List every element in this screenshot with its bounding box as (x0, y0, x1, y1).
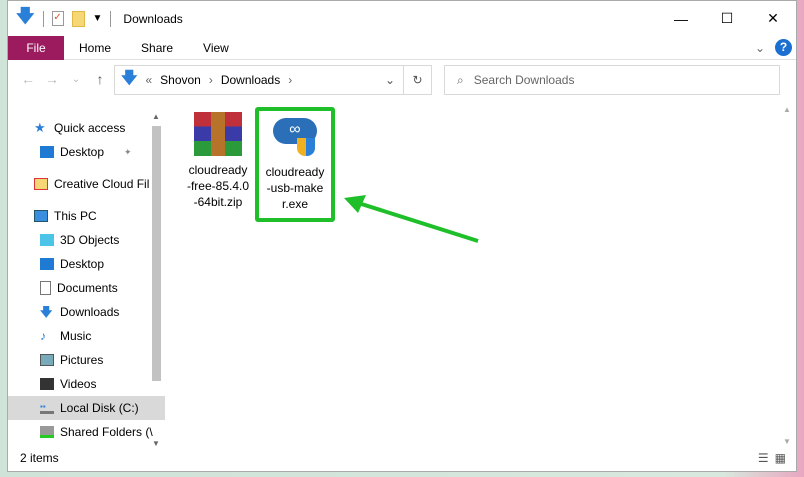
navigation-pane: ★ Quick access Desktop ✦ Creative Cloud Fi… (8, 116, 165, 446)
downloads-icon: 🡇 (121, 69, 138, 87)
breadcrumb-shovon[interactable]: Shovon (160, 73, 201, 87)
star-icon: ★ (34, 120, 46, 135)
sidebar-item-this-pc[interactable]: This PC (8, 204, 165, 228)
sidebar-item-pictures[interactable]: Pictures (8, 348, 165, 372)
downloads-icon: 🡇 (40, 305, 53, 319)
content-scrollbar[interactable]: ▲ ▼ (779, 103, 796, 448)
scroll-up-icon[interactable]: ▲ (783, 105, 791, 114)
disk-icon: ▪▪ (40, 402, 54, 414)
sidebar-item-local-disk[interactable]: ▪▪ Local Disk (C:) (8, 396, 165, 420)
sidebar-item-shared-folders[interactable]: Shared Folders (\ (8, 420, 165, 444)
creative-cloud-icon (34, 178, 48, 190)
scrollbar-thumb[interactable] (152, 126, 161, 381)
sidebar-item-creative-cloud[interactable]: Creative Cloud Fil (8, 172, 165, 196)
scroll-up-icon[interactable]: ▲ (152, 112, 160, 121)
desktop-icon (40, 258, 54, 270)
back-button[interactable]: ← (16, 71, 40, 87)
chevron-right-icon[interactable]: › (209, 73, 213, 87)
address-dropdown[interactable]: ⌄ (385, 73, 395, 87)
winrar-archive-icon (194, 112, 242, 156)
divider (110, 10, 112, 27)
window-title: Downloads (123, 11, 183, 26)
file-item-zip[interactable]: cloudready -free-85.4.0 -64bit.zip (180, 112, 256, 210)
annotation-arrow (344, 195, 479, 243)
cloudready-installer-icon: ∞ (271, 114, 319, 158)
file-item-exe[interactable]: ∞ cloudready -usb-make r.exe (255, 107, 335, 222)
help-icon[interactable]: ? (775, 39, 792, 56)
tab-view[interactable]: View (188, 36, 244, 60)
sidebar-item-desktop-pc[interactable]: Desktop (8, 252, 165, 276)
tab-share[interactable]: Share (126, 36, 188, 60)
sidebar-item-music[interactable]: ♪ Music (8, 324, 165, 348)
breadcrumb-downloads[interactable]: Downloads (221, 73, 280, 87)
large-icons-view-icon[interactable]: ▦ (775, 451, 786, 465)
pc-icon (34, 210, 48, 222)
explorer-window: 🡇 ✓ ▼ Downloads — ☐ ✕ File Home Share Vi… (7, 0, 797, 472)
title-bar: 🡇 ✓ ▼ Downloads — ☐ ✕ (8, 1, 796, 36)
sidebar-item-3d-objects[interactable]: 3D Objects (8, 228, 165, 252)
network-drive-icon (40, 426, 54, 438)
recent-locations-button[interactable]: ⌄ (64, 74, 88, 85)
tab-home[interactable]: Home (64, 36, 126, 60)
refresh-button[interactable]: ↻ (404, 65, 432, 95)
up-button[interactable]: ↑ (88, 71, 112, 87)
ribbon: File Home Share View ⌄ ? (8, 35, 796, 60)
minimize-button[interactable]: — (658, 1, 704, 36)
expand-ribbon-icon[interactable]: ⌄ (755, 41, 765, 55)
properties-icon[interactable]: ✓ (51, 11, 64, 26)
search-icon: ⌕ (457, 72, 464, 87)
customize-toolbar-icon[interactable]: ▼ (93, 13, 103, 24)
scroll-down-icon[interactable]: ▼ (152, 439, 160, 448)
path-overflow[interactable]: « (145, 73, 152, 87)
sidebar-item-desktop[interactable]: Desktop ✦ (8, 140, 165, 164)
status-item-count: 2 items (20, 451, 59, 465)
desktop-icon (40, 146, 54, 158)
tab-file[interactable]: File (8, 35, 64, 60)
forward-button[interactable]: → (40, 71, 64, 87)
sidebar-item-documents[interactable]: Documents (8, 276, 165, 300)
sidebar-item-quick-access[interactable]: ★ Quick access (8, 116, 165, 140)
maximize-button[interactable]: ☐ (704, 1, 750, 36)
scroll-down-icon[interactable]: ▼ (783, 437, 791, 446)
close-button[interactable]: ✕ (750, 1, 796, 36)
search-placeholder: Search Downloads (473, 73, 575, 87)
address-bar[interactable]: 🡇 « Shovon › Downloads › ⌄ (114, 65, 404, 95)
details-view-icon[interactable]: ☰ (758, 451, 769, 465)
music-icon: ♪ (40, 329, 46, 343)
videos-icon (40, 378, 54, 390)
pin-icon: ✦ (124, 146, 132, 157)
pictures-icon (40, 354, 54, 366)
sidebar-item-videos[interactable]: Videos (8, 372, 165, 396)
documents-icon (40, 281, 51, 295)
search-input[interactable]: ⌕ Search Downloads (444, 65, 780, 95)
downloads-icon[interactable]: 🡇 (16, 4, 35, 34)
new-folder-icon[interactable] (71, 10, 85, 27)
divider (42, 10, 44, 27)
sidebar-item-downloads[interactable]: 🡇 Downloads (8, 300, 165, 324)
sidebar-scrollbar[interactable]: ▲ ▼ (148, 112, 165, 448)
3d-objects-icon (40, 234, 54, 246)
chevron-right-icon[interactable]: › (288, 73, 292, 87)
